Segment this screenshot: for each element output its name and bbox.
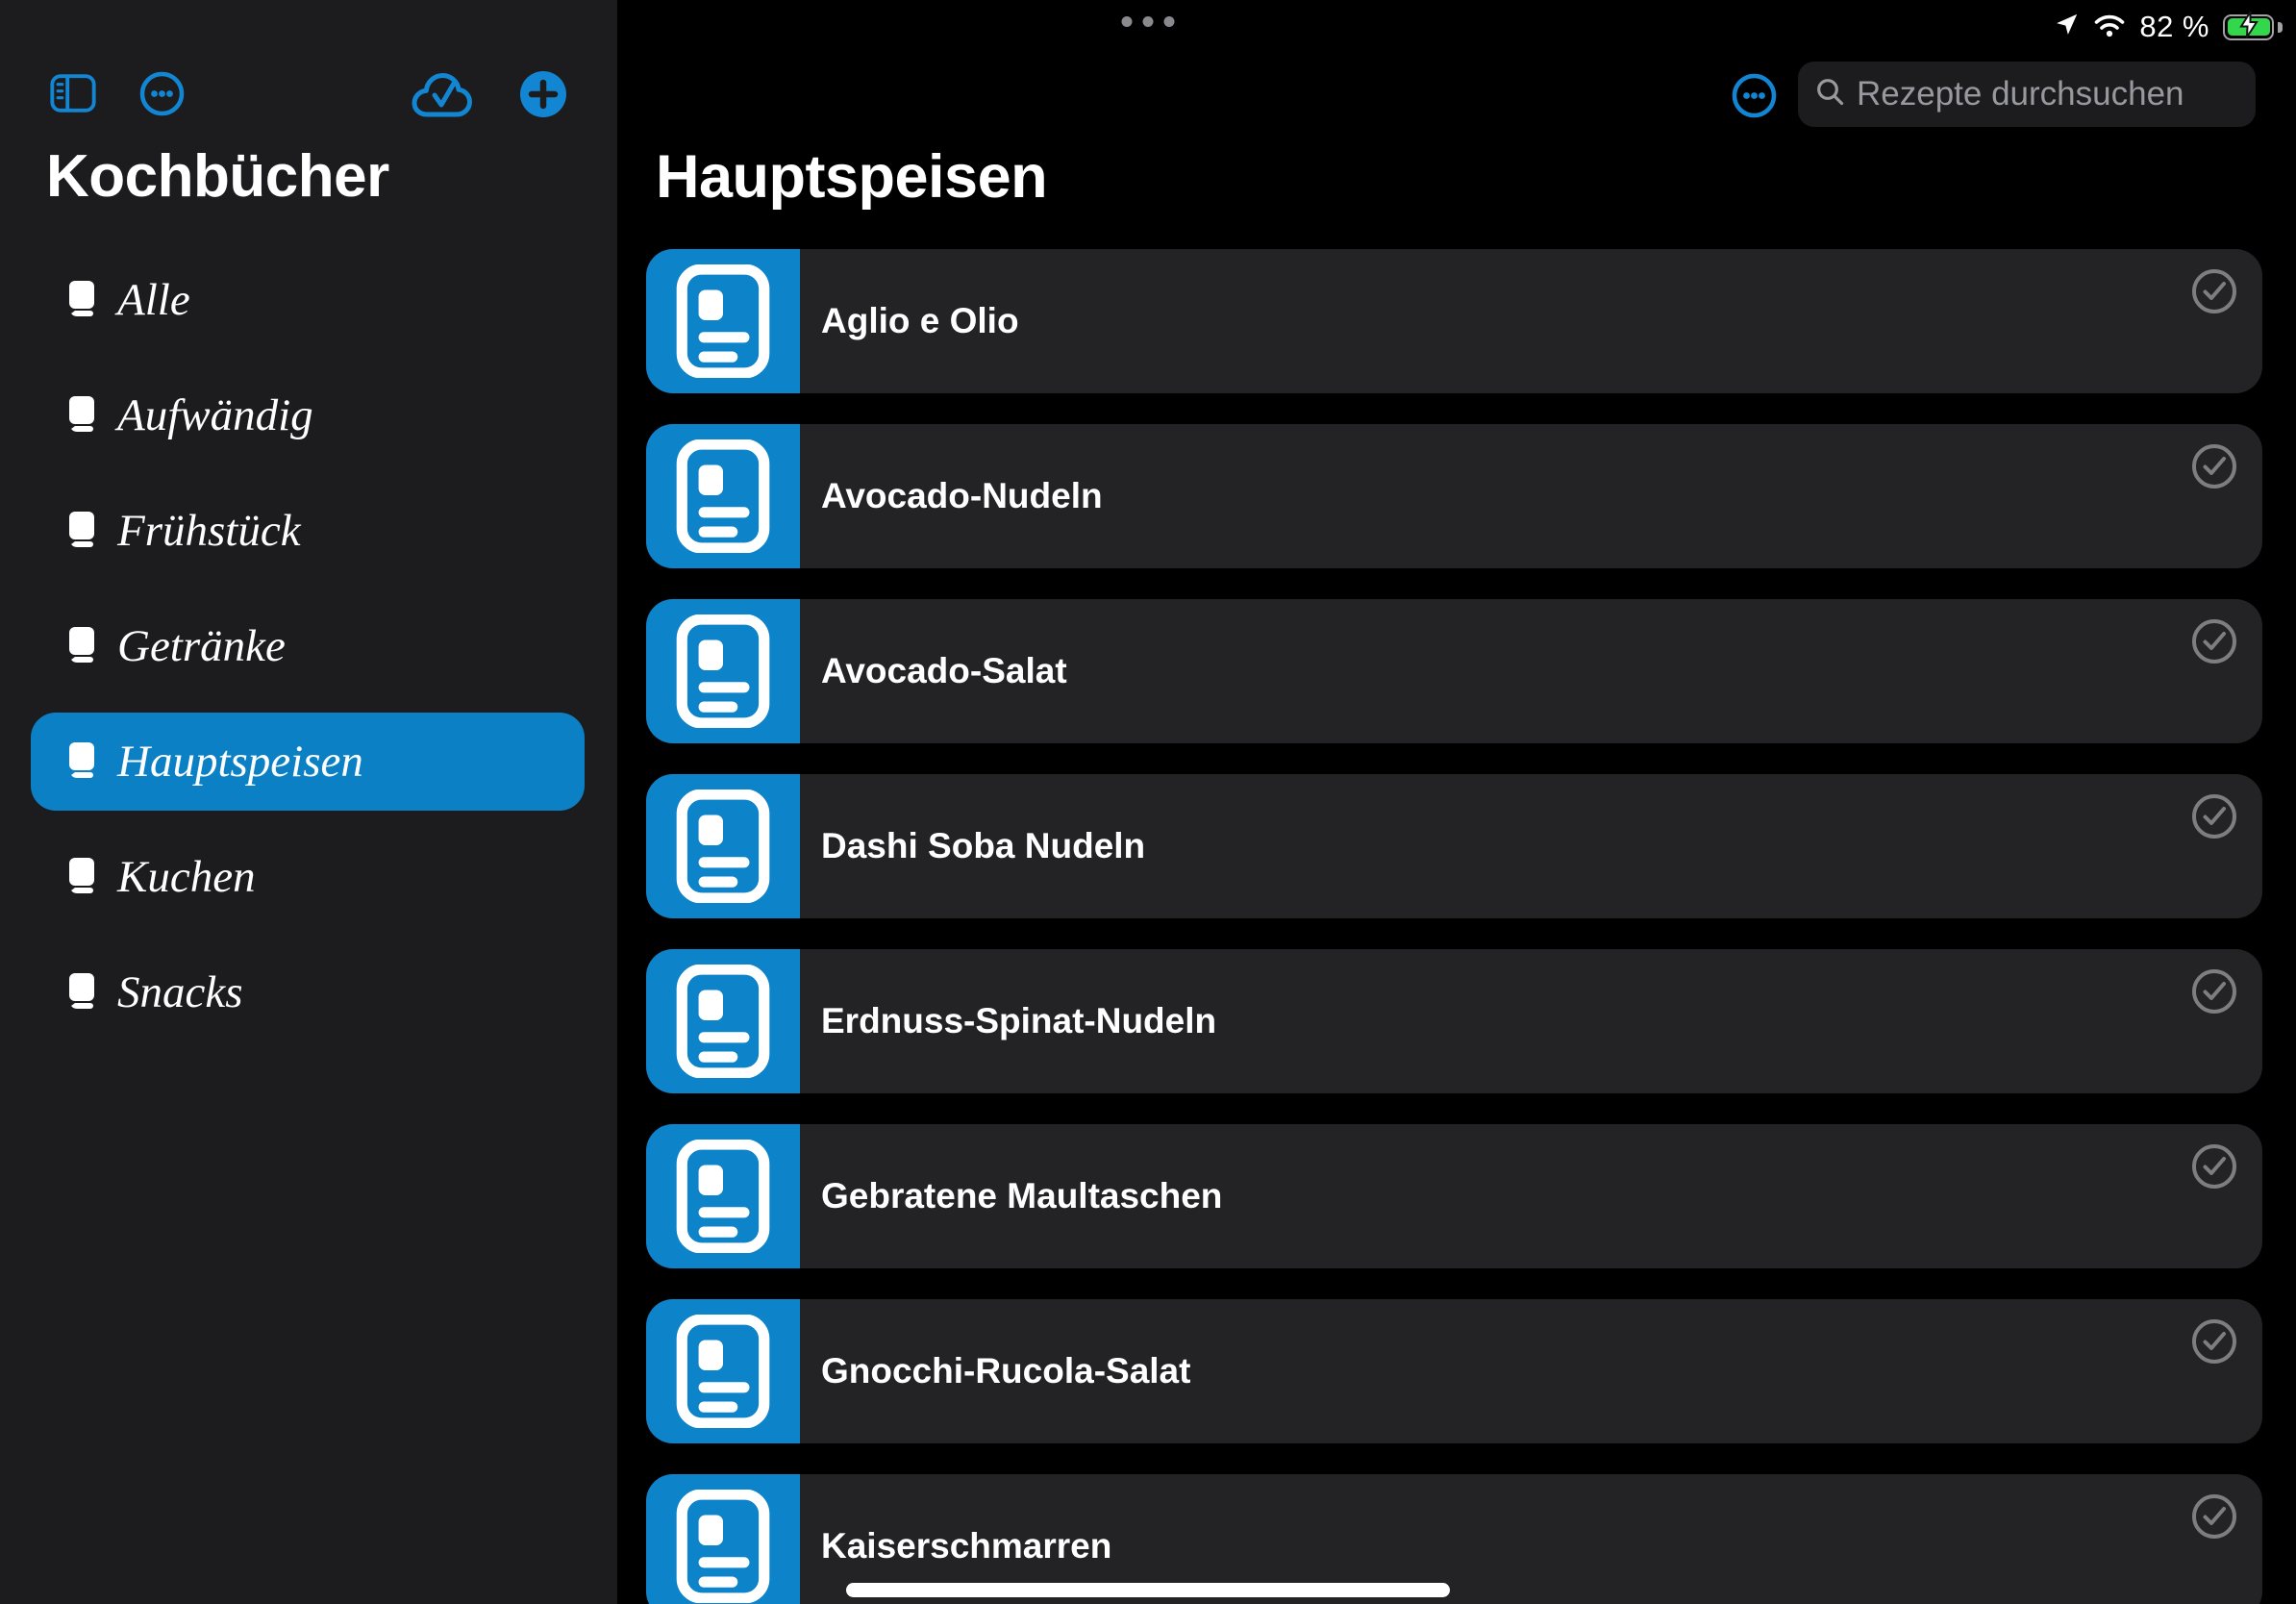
battery-nub bbox=[2278, 22, 2283, 33]
sidebar-item-label: Snacks bbox=[117, 966, 243, 1018]
book-icon bbox=[67, 857, 96, 898]
recipe-name: Avocado-Salat bbox=[821, 599, 1067, 743]
sidebar: Kochbücher Alle Aufwändig bbox=[0, 0, 617, 1604]
sidebar-item-label: Alle bbox=[117, 274, 190, 326]
book-icon bbox=[67, 280, 96, 321]
book-icon bbox=[67, 972, 96, 1014]
sidebar-item-alle[interactable]: Alle bbox=[31, 251, 585, 349]
recipe-card-icon bbox=[646, 249, 800, 393]
cookbook-list: Alle Aufwändig Frühstück bbox=[31, 251, 585, 1059]
recipe-name: Aglio e Olio bbox=[821, 249, 1019, 393]
book-icon bbox=[67, 395, 96, 437]
home-indicator-bar[interactable] bbox=[846, 1583, 1450, 1597]
recipe-card-icon bbox=[646, 774, 800, 918]
recipe-row[interactable]: Gebratene Maultaschen bbox=[646, 1124, 2262, 1268]
sidebar-item-label: Hauptspeisen bbox=[117, 736, 363, 788]
sidebar-item-label: Getränke bbox=[117, 620, 286, 672]
recipe-row[interactable]: Aglio e Olio bbox=[646, 249, 2262, 393]
recipe-card-icon bbox=[646, 599, 800, 743]
recipe-card-icon bbox=[646, 1299, 800, 1443]
sidebar-item-label: Frühstück bbox=[117, 505, 301, 557]
check-circle-icon[interactable] bbox=[2191, 443, 2237, 489]
status-bar: 82 % bbox=[2054, 10, 2283, 44]
sidebar-toggle-icon[interactable] bbox=[50, 73, 96, 116]
battery-charging-icon bbox=[2223, 14, 2274, 40]
recipe-card-icon bbox=[646, 424, 800, 568]
recipe-card-icon bbox=[646, 1124, 800, 1268]
recipe-card-icon bbox=[646, 949, 800, 1093]
add-circle-icon[interactable] bbox=[520, 71, 566, 120]
recipe-card-icon bbox=[646, 1474, 800, 1604]
recipe-name: Gnocchi-Rucola-Salat bbox=[821, 1299, 1190, 1443]
sidebar-item-label: Kuchen bbox=[117, 851, 256, 903]
location-icon bbox=[2054, 12, 2080, 42]
check-circle-icon[interactable] bbox=[2191, 618, 2237, 664]
wifi-icon bbox=[2093, 13, 2126, 42]
multitask-dots-icon[interactable] bbox=[1122, 16, 1175, 27]
cloud-check-icon[interactable] bbox=[410, 71, 477, 122]
book-icon bbox=[67, 741, 96, 783]
sidebar-item-label: Aufwändig bbox=[117, 389, 313, 441]
sidebar-item-fruehstueck[interactable]: Frühstück bbox=[31, 482, 585, 580]
sidebar-item-hauptspeisen[interactable]: Hauptspeisen bbox=[31, 713, 585, 811]
battery-percent: 82 % bbox=[2139, 10, 2209, 44]
check-circle-icon[interactable] bbox=[2191, 1143, 2237, 1190]
sidebar-item-getraenke[interactable]: Getränke bbox=[31, 597, 585, 695]
sidebar-title: Kochbücher bbox=[46, 142, 389, 211]
sidebar-toolbar bbox=[0, 69, 617, 119]
search-input[interactable] bbox=[1857, 75, 2290, 113]
check-circle-icon[interactable] bbox=[2191, 268, 2237, 314]
recipe-row[interactable]: Dashi Soba Nudeln bbox=[646, 774, 2262, 918]
page-title: Hauptspeisen bbox=[656, 142, 1047, 212]
recipe-name: Dashi Soba Nudeln bbox=[821, 774, 1145, 918]
recipe-row[interactable]: Avocado-Nudeln bbox=[646, 424, 2262, 568]
sidebar-item-kuchen[interactable]: Kuchen bbox=[31, 828, 585, 926]
recipe-row[interactable]: Avocado-Salat bbox=[646, 599, 2262, 743]
check-circle-icon[interactable] bbox=[2191, 793, 2237, 840]
check-circle-icon[interactable] bbox=[2191, 968, 2237, 1015]
recipe-list: Aglio e Olio Avocado-Nudeln bbox=[646, 249, 2262, 1604]
more-circle-icon[interactable] bbox=[1732, 73, 1777, 121]
check-circle-icon[interactable] bbox=[2191, 1493, 2237, 1540]
recipe-name: Gebratene Maultaschen bbox=[821, 1124, 1222, 1268]
recipe-row[interactable]: Gnocchi-Rucola-Salat bbox=[646, 1299, 2262, 1443]
check-circle-icon[interactable] bbox=[2191, 1318, 2237, 1365]
search-icon bbox=[1815, 77, 1845, 112]
book-icon bbox=[67, 511, 96, 552]
sidebar-item-aufwaendig[interactable]: Aufwändig bbox=[31, 366, 585, 464]
more-circle-icon[interactable] bbox=[139, 71, 185, 119]
sidebar-item-snacks[interactable]: Snacks bbox=[31, 943, 585, 1041]
main-panel: Hauptspeisen Aglio e Olio bbox=[617, 0, 2296, 1604]
recipe-row[interactable]: Erdnuss-Spinat-Nudeln bbox=[646, 949, 2262, 1093]
book-icon bbox=[67, 626, 96, 667]
recipe-name: Avocado-Nudeln bbox=[821, 424, 1103, 568]
recipe-name: Erdnuss-Spinat-Nudeln bbox=[821, 949, 1216, 1093]
search-field[interactable] bbox=[1798, 62, 2256, 127]
